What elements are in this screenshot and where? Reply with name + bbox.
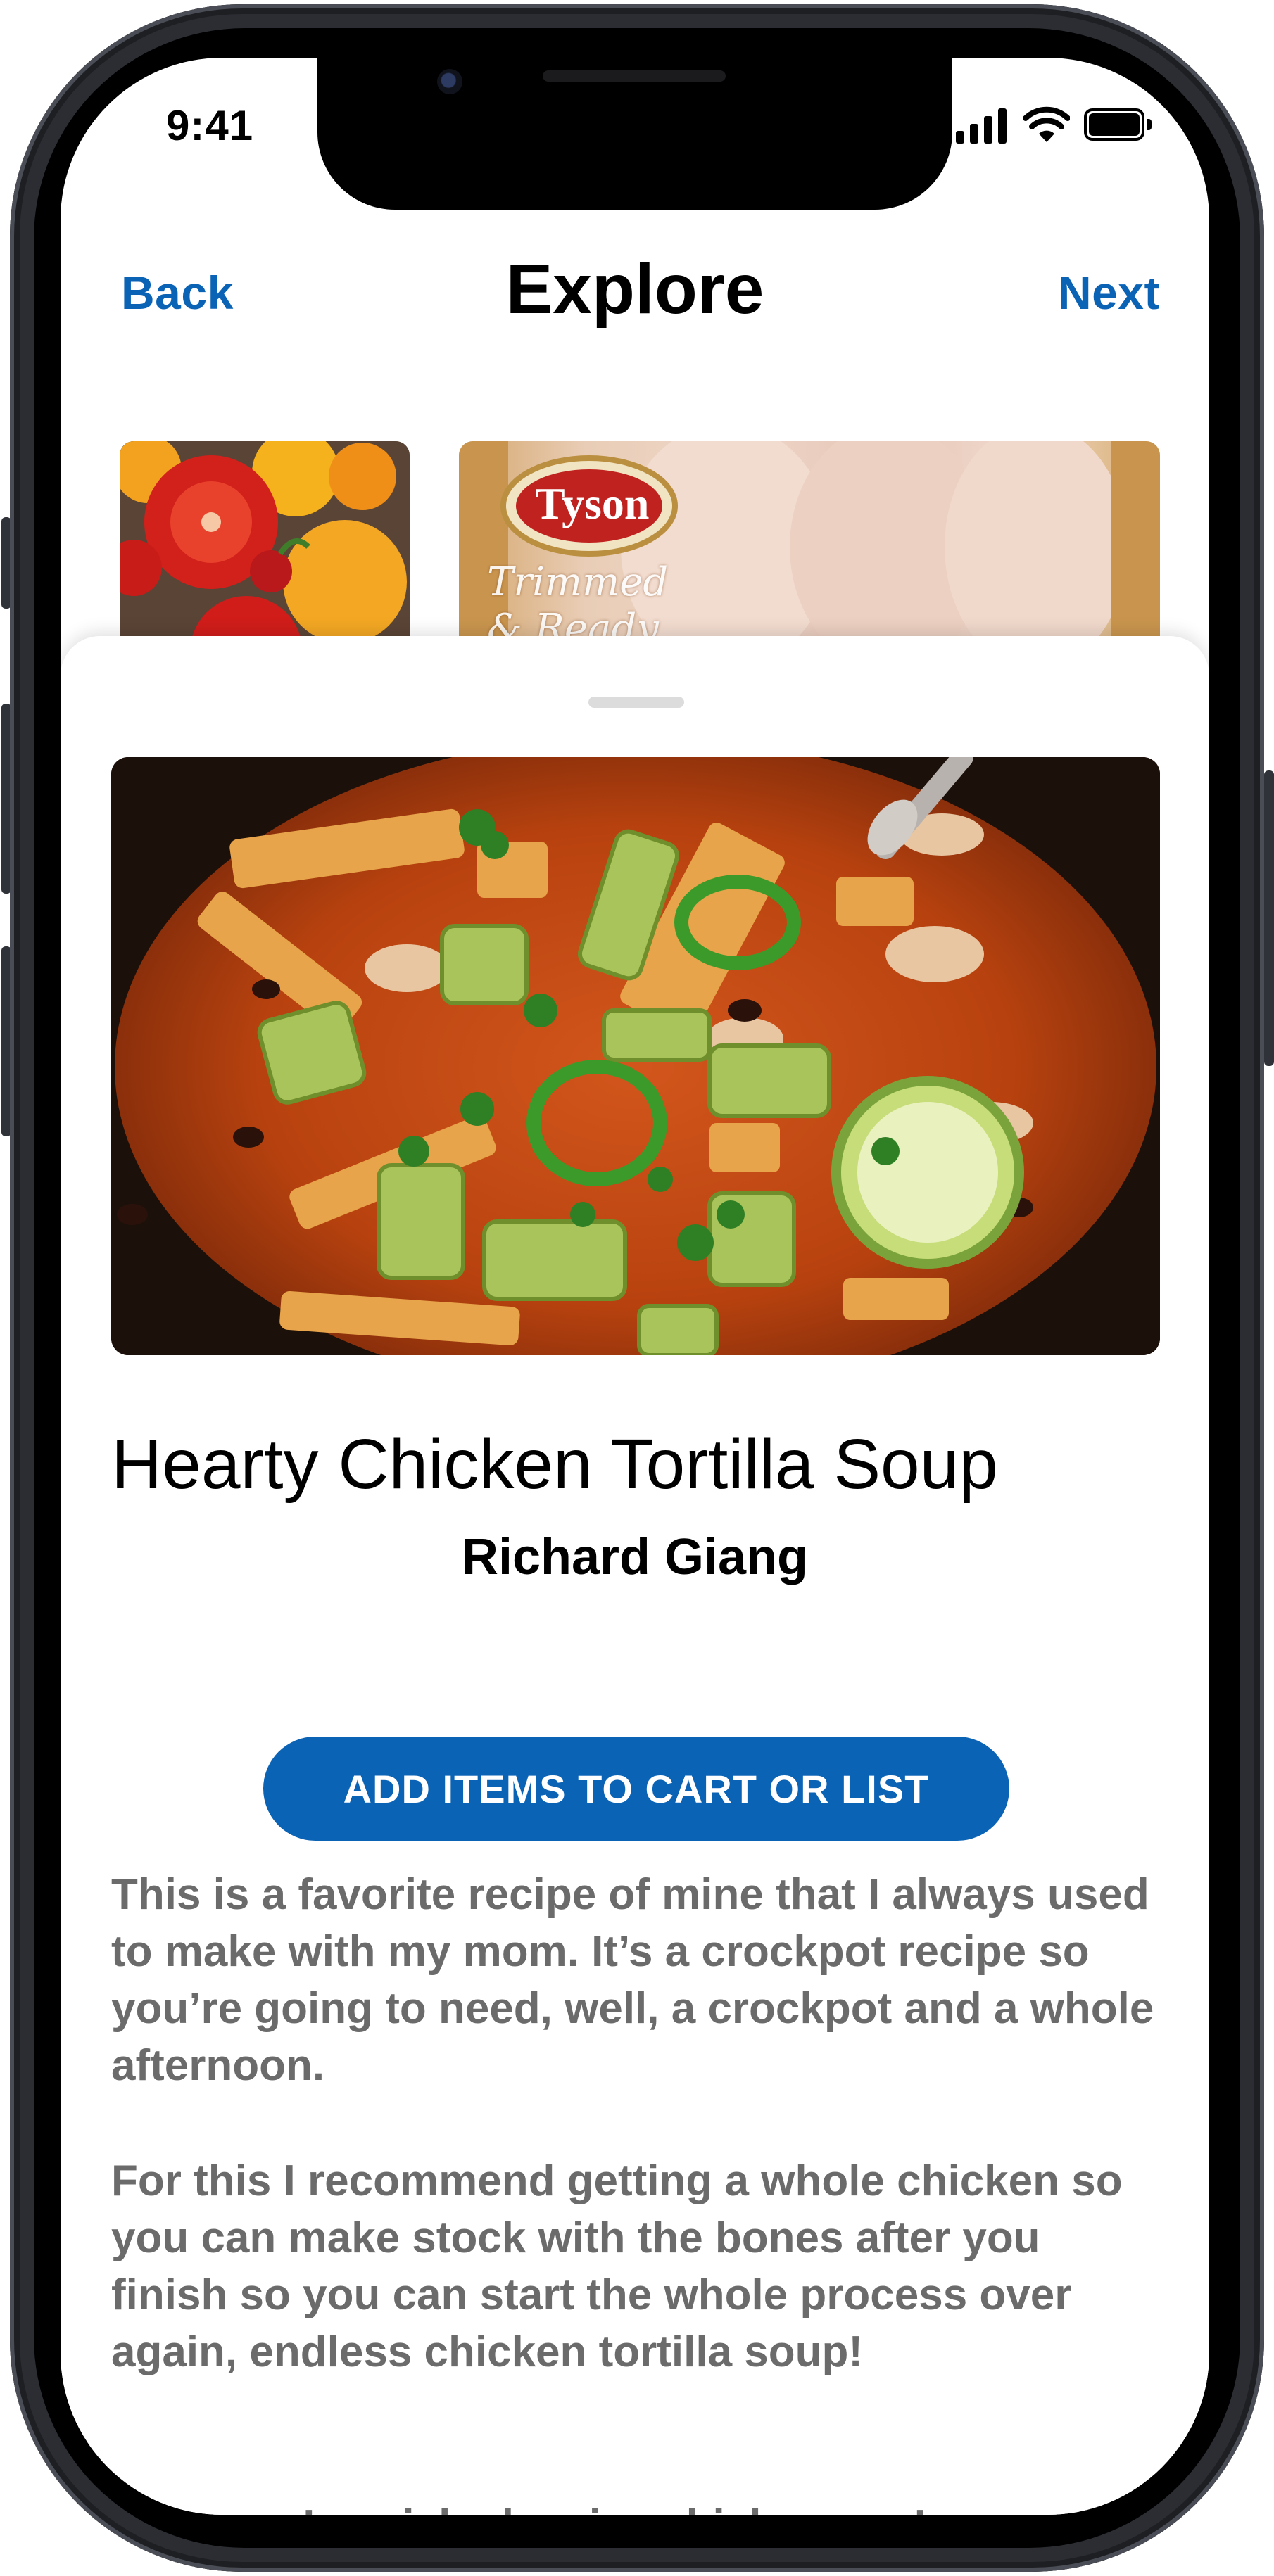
recipe-description-paragraph: This is a favorite recipe of mine that I… bbox=[111, 1870, 1154, 2090]
recipe-title: Hearty Chicken Tortilla Soup bbox=[111, 1425, 998, 1504]
screen: 9:41 Back Explore Next Tyson Trimmed & R… bbox=[61, 58, 1209, 2515]
recipe-hero-image bbox=[111, 757, 1160, 1355]
notch bbox=[317, 58, 952, 210]
recipe-description-paragraph: After you’ve picked a nice chicken you’r… bbox=[111, 2497, 1167, 2515]
page-title: Explore bbox=[505, 250, 764, 329]
sheet-grabber-handle[interactable] bbox=[588, 697, 684, 708]
wifi-icon bbox=[1023, 106, 1070, 142]
recipe-author[interactable]: Richard Giang bbox=[61, 1528, 1209, 1586]
next-button[interactable]: Next bbox=[1058, 266, 1160, 319]
cellular-signal-icon bbox=[956, 107, 1012, 144]
tyson-logo-text: Tyson bbox=[535, 478, 650, 528]
battery-icon bbox=[1084, 108, 1153, 141]
recipe-sheet[interactable]: Hearty Chicken Tortilla Soup Richard Gia… bbox=[61, 636, 1209, 2515]
earpiece-speaker bbox=[543, 70, 726, 82]
power-button bbox=[1264, 770, 1274, 1066]
status-icons bbox=[956, 106, 1160, 144]
status-time: 9:41 bbox=[166, 102, 254, 149]
recipe-description-paragraph: For this I recommend getting a whole chi… bbox=[111, 2157, 1123, 2376]
front-camera bbox=[437, 69, 462, 94]
add-to-cart-or-list-button[interactable]: ADD ITEMS TO CART OR LIST bbox=[263, 1737, 1009, 1841]
